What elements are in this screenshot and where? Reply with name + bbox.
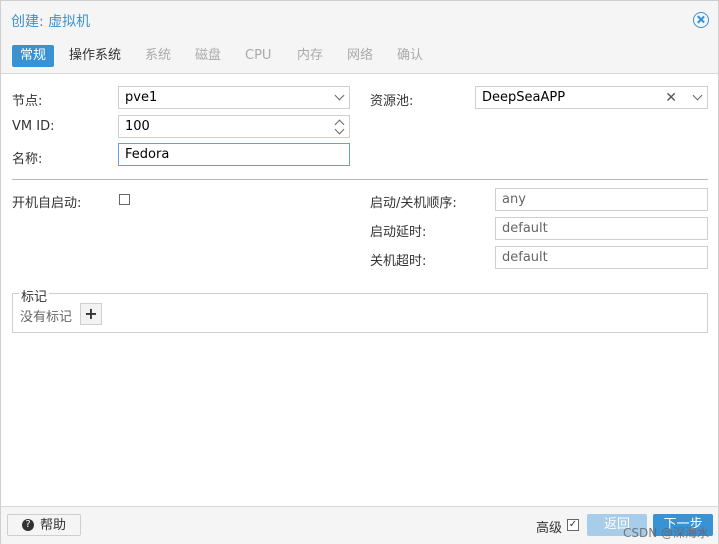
startup-order-label: 启动/关机顺序: (370, 196, 457, 211)
pool-label: 资源池: (370, 94, 414, 109)
tab-os[interactable]: 操作系统 (61, 45, 129, 67)
node-select[interactable]: pve1 (118, 86, 350, 109)
chevron-down-icon[interactable] (692, 90, 703, 101)
close-icon[interactable] (693, 12, 709, 28)
plus-icon: + (84, 304, 98, 323)
tab-cpu: CPU (245, 48, 272, 63)
tab-network: 网络 (347, 48, 374, 63)
shutdown-timeout-input[interactable]: default (495, 246, 708, 269)
vmid-label: VM ID: (12, 119, 55, 134)
startup-order-placeholder: any (502, 192, 526, 207)
startup-delay-label: 启动延时: (370, 225, 427, 240)
name-value: Fedora (125, 147, 170, 162)
tab-memory: 内存 (297, 48, 324, 63)
chevron-down-icon[interactable] (334, 90, 345, 101)
question-icon: ? (21, 518, 34, 531)
create-vm-dialog: 创建: 虚拟机 常规 操作系统 系统 磁盘 CPU 内存 网络 确认 节点: p… (0, 0, 719, 544)
tab-disks: 磁盘 (195, 48, 222, 63)
dialog-title: 创建: 虚拟机 (11, 14, 91, 30)
pool-select[interactable]: DeepSeaAPP ✕ (475, 86, 708, 109)
wizard-tabs: 常规 操作系统 系统 磁盘 CPU 内存 网络 确认 (1, 41, 718, 74)
shutdown-timeout-placeholder: default (502, 250, 548, 265)
startup-order-input[interactable]: any (495, 188, 708, 211)
name-label: 名称: (12, 152, 43, 167)
name-input[interactable]: Fedora (118, 143, 350, 166)
startup-delay-input[interactable]: default (495, 217, 708, 240)
shutdown-timeout-label: 关机超时: (370, 254, 427, 269)
tags-fieldset (12, 293, 708, 333)
advanced-checkbox[interactable]: ✓ (567, 519, 579, 531)
dialog-titlebar: 创建: 虚拟机 (1, 1, 718, 41)
onboot-label: 开机自启动: (12, 196, 82, 211)
clear-icon[interactable]: ✕ (665, 88, 677, 109)
tags-legend: 标记 (19, 286, 50, 305)
watermark: CSDN @深海水 (623, 526, 710, 540)
section-divider (12, 179, 708, 180)
tab-confirm: 确认 (397, 48, 424, 63)
tab-system: 系统 (145, 48, 172, 63)
node-label: 节点: (12, 94, 43, 109)
node-value: pve1 (125, 90, 158, 105)
advanced-label: 高级 (536, 521, 563, 536)
startup-delay-placeholder: default (502, 221, 548, 236)
help-button[interactable]: ? 帮助 (7, 514, 81, 536)
dialog-footer: ? 帮助 高级 ✓ 返回 下一步 (1, 506, 718, 544)
onboot-checkbox[interactable] (119, 194, 130, 205)
pool-value: DeepSeaAPP (482, 90, 566, 105)
tags-empty-text: 没有标记 (20, 310, 73, 325)
help-label: 帮助 (39, 518, 66, 533)
spin-down-icon[interactable] (334, 124, 345, 135)
vmid-value: 100 (125, 119, 150, 134)
vmid-input[interactable]: 100 (118, 115, 350, 138)
add-tag-button[interactable]: + (80, 303, 102, 325)
tab-general[interactable]: 常规 (12, 45, 55, 67)
